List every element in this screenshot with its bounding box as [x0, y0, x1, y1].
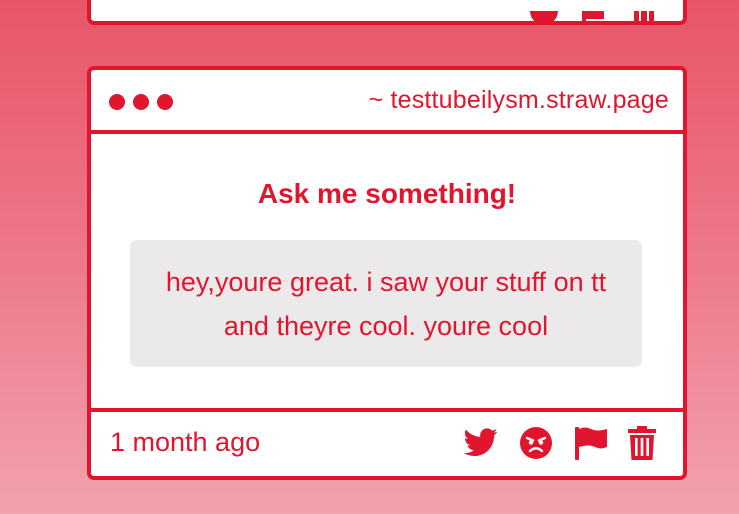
twitter-icon[interactable] [464, 428, 498, 458]
angry-face-icon[interactable] [520, 427, 552, 459]
previous-card-actions [530, 11, 658, 21]
window-dot [109, 94, 125, 110]
card-body: Ask me something! hey,youre great. i saw… [91, 134, 683, 408]
previous-trash-icon[interactable] [630, 11, 658, 21]
window-dot [157, 94, 173, 110]
prompt-title: Ask me something! [257, 178, 517, 209]
timestamp: 1 month ago [110, 427, 261, 457]
previous-angry-face-icon[interactable] [530, 11, 558, 21]
card-footer: 1 month ago [91, 408, 683, 476]
question-text: hey,youre great. i saw your stuff on tt … [165, 266, 607, 341]
flag-icon[interactable] [574, 426, 608, 460]
site-url-link[interactable]: ~ testtubeilysm.straw.page [369, 86, 670, 115]
card-title-bar: ~ testtubeilysm.straw.page [91, 70, 683, 134]
question-card: ~ testtubeilysm.straw.page Ask me someth… [87, 66, 687, 480]
previous-flag-icon[interactable] [580, 11, 608, 21]
card-actions [464, 426, 656, 460]
window-dot [133, 94, 149, 110]
window-dots [109, 94, 173, 110]
trash-icon[interactable] [628, 426, 656, 460]
question-text-box: hey,youre great. i saw your stuff on tt … [130, 240, 642, 367]
previous-question-card [87, 0, 687, 25]
